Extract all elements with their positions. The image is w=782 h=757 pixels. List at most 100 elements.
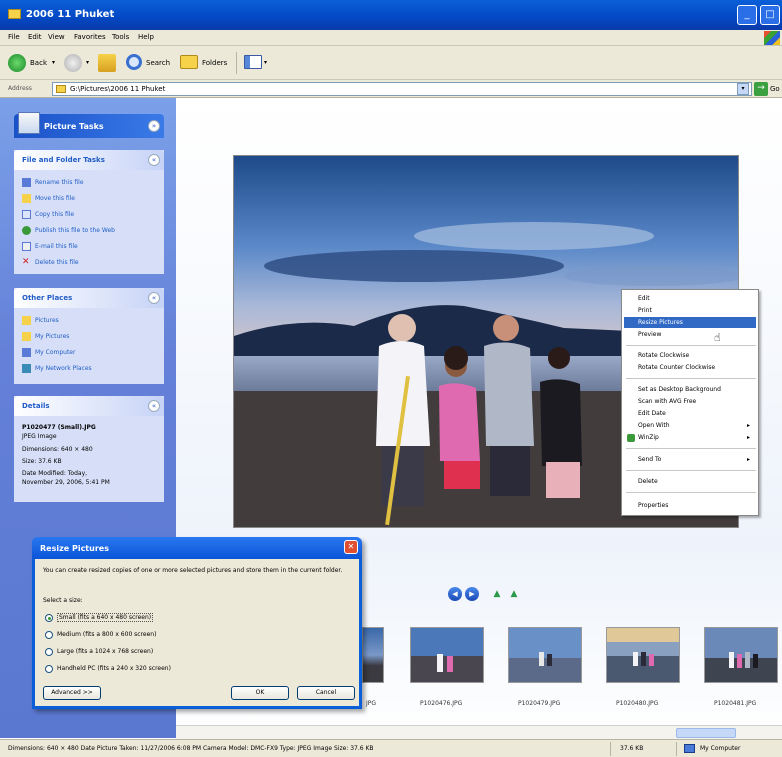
radio-button[interactable] — [45, 614, 53, 622]
close-icon[interactable]: ✕ — [344, 540, 358, 554]
dialog-title-bar[interactable]: Resize Pictures ✕ — [32, 537, 362, 559]
thumbnail-image — [411, 628, 483, 682]
address-input[interactable]: G:\Pictures\2006 11 Phuket — [52, 82, 752, 96]
back-button[interactable]: Back — [30, 59, 47, 67]
thumbnail-image — [509, 628, 581, 682]
menu-tools[interactable]: Tools — [112, 33, 129, 41]
collapse-chevron-icon[interactable]: « — [148, 400, 160, 412]
ctx-winzip[interactable]: WinZip ▸ — [624, 432, 756, 443]
back-arrow-icon[interactable] — [8, 54, 26, 72]
advanced-button[interactable]: Advanced >> — [43, 686, 101, 700]
thumbnail-label: P1020476.JPG — [420, 700, 463, 707]
thumbnail[interactable] — [508, 627, 582, 683]
forward-dropdown-icon[interactable]: ▾ — [86, 59, 89, 66]
thumbnail[interactable] — [362, 627, 384, 683]
move-icon — [22, 194, 31, 203]
forward-arrow-icon[interactable] — [64, 54, 82, 72]
ok-button[interactable]: OK — [231, 686, 289, 700]
thumbnail-image — [607, 628, 679, 682]
thumbnail-label: JPG — [366, 700, 377, 707]
details-type: JPEG Image — [22, 433, 57, 440]
cancel-button[interactable]: Cancel — [297, 686, 355, 700]
collapse-chevron-icon[interactable]: « — [148, 154, 160, 166]
ctx-edit[interactable]: Edit — [624, 293, 756, 304]
ctx-resize-pictures[interactable]: Resize Pictures — [624, 317, 756, 328]
address-bar: Address G:\Pictures\2006 11 Phuket — [0, 80, 782, 98]
thumbnail[interactable] — [410, 627, 484, 683]
views-icon[interactable] — [244, 55, 262, 69]
go-arrow-icon[interactable]: → — [754, 82, 768, 96]
expand-chevron-icon[interactable]: » — [148, 120, 160, 132]
details-date-2: November 29, 2006, 5:41 PM — [22, 479, 110, 486]
ctx-set-background[interactable]: Set as Desktop Background — [624, 384, 756, 395]
radio-button[interactable] — [45, 665, 53, 673]
menu-edit[interactable]: Edit — [28, 33, 42, 41]
other-places-header[interactable]: Other Places « — [14, 288, 164, 308]
radio-button[interactable] — [45, 631, 53, 639]
views-dropdown-icon[interactable]: ▾ — [264, 59, 267, 66]
ctx-separator — [626, 345, 756, 346]
ctx-rotate-cw[interactable]: Rotate Clockwise — [624, 350, 756, 361]
details-filename: P1020477 (Small).JPG — [22, 424, 96, 431]
minimize-button[interactable]: _ — [737, 5, 757, 25]
file-folder-tasks-header[interactable]: File and Folder Tasks « — [14, 150, 164, 170]
ctx-send-to[interactable]: Send To ▸ — [624, 454, 756, 465]
thumbnail-image — [705, 628, 777, 682]
ctx-properties[interactable]: Properties — [624, 500, 756, 511]
collapse-chevron-icon[interactable]: « — [148, 292, 160, 304]
file-folder-tasks-title: File and Folder Tasks — [22, 156, 105, 164]
radio-button[interactable] — [45, 648, 53, 656]
scrollbar-thumb[interactable] — [676, 728, 736, 738]
details-dimensions: Dimensions: 640 × 480 — [22, 446, 93, 453]
windows-logo-icon — [764, 31, 780, 45]
thumbnail[interactable] — [606, 627, 680, 683]
toolbar: Back ▾ ▾ Search Folders ▾ — [0, 46, 782, 80]
thumbnail-label: P1020480.JPG — [616, 700, 659, 707]
menu-favorites[interactable]: Favorites — [74, 33, 106, 41]
picture-icon — [18, 112, 40, 134]
title-bar[interactable]: 2006 11 Phuket _ □ — [0, 0, 782, 30]
back-dropdown-icon[interactable]: ▾ — [52, 59, 55, 66]
ctx-print[interactable]: Print — [624, 305, 756, 316]
submenu-arrow-icon: ▸ — [746, 422, 750, 429]
folders-icon[interactable] — [180, 55, 198, 69]
ctx-rotate-ccw[interactable]: Rotate Counter Clockwise — [624, 362, 756, 373]
other-places-title: Other Places — [22, 294, 73, 302]
maximize-button[interactable]: □ — [760, 5, 780, 25]
ctx-delete[interactable]: Delete — [624, 476, 756, 487]
other-places-panel: Other Places « Pictures My Pictures My C… — [14, 288, 164, 384]
winzip-icon — [627, 434, 635, 442]
go-button[interactable]: Go — [770, 85, 780, 93]
my-pictures-icon — [22, 332, 31, 341]
email-icon — [22, 242, 31, 251]
ctx-edit-date[interactable]: Edit Date — [624, 408, 756, 419]
details-title: Details — [22, 402, 50, 410]
details-date-1: Date Modified: Today, — [22, 470, 88, 477]
ctx-scan-avg[interactable]: Scan with AVG Free — [624, 396, 756, 407]
next-image-icon[interactable]: ▶ — [465, 587, 479, 601]
horizontal-scrollbar[interactable] — [176, 725, 782, 739]
status-divider — [676, 742, 677, 756]
folders-button[interactable]: Folders — [202, 59, 227, 67]
picture-tasks-header[interactable]: Picture Tasks » — [14, 112, 164, 138]
delete-x-icon: ✕ — [22, 257, 30, 267]
rename-icon — [22, 178, 31, 187]
thumbnail[interactable] — [704, 627, 778, 683]
search-icon[interactable] — [126, 54, 142, 70]
ctx-open-with[interactable]: Open With ▸ — [624, 420, 756, 431]
menu-view[interactable]: View — [48, 33, 65, 41]
address-path: G:\Pictures\2006 11 Phuket — [70, 85, 166, 93]
previous-image-icon[interactable]: ◀ — [448, 587, 462, 601]
rotate-cw-icon[interactable]: ▲ — [508, 589, 520, 599]
search-button[interactable]: Search — [146, 59, 170, 67]
rotate-ccw-icon[interactable]: ▲ — [491, 589, 503, 599]
menu-help[interactable]: Help — [138, 33, 154, 41]
details-header[interactable]: Details « — [14, 396, 164, 416]
address-dropdown-icon[interactable]: ▾ — [737, 83, 749, 95]
ctx-preview[interactable]: Preview — [624, 329, 756, 340]
up-folder-icon[interactable] — [98, 54, 116, 72]
address-label: Address — [8, 85, 32, 92]
folder-icon — [22, 316, 31, 325]
context-menu: Edit Print Resize Pictures Preview Rotat… — [621, 289, 759, 516]
menu-file[interactable]: File — [8, 33, 20, 41]
